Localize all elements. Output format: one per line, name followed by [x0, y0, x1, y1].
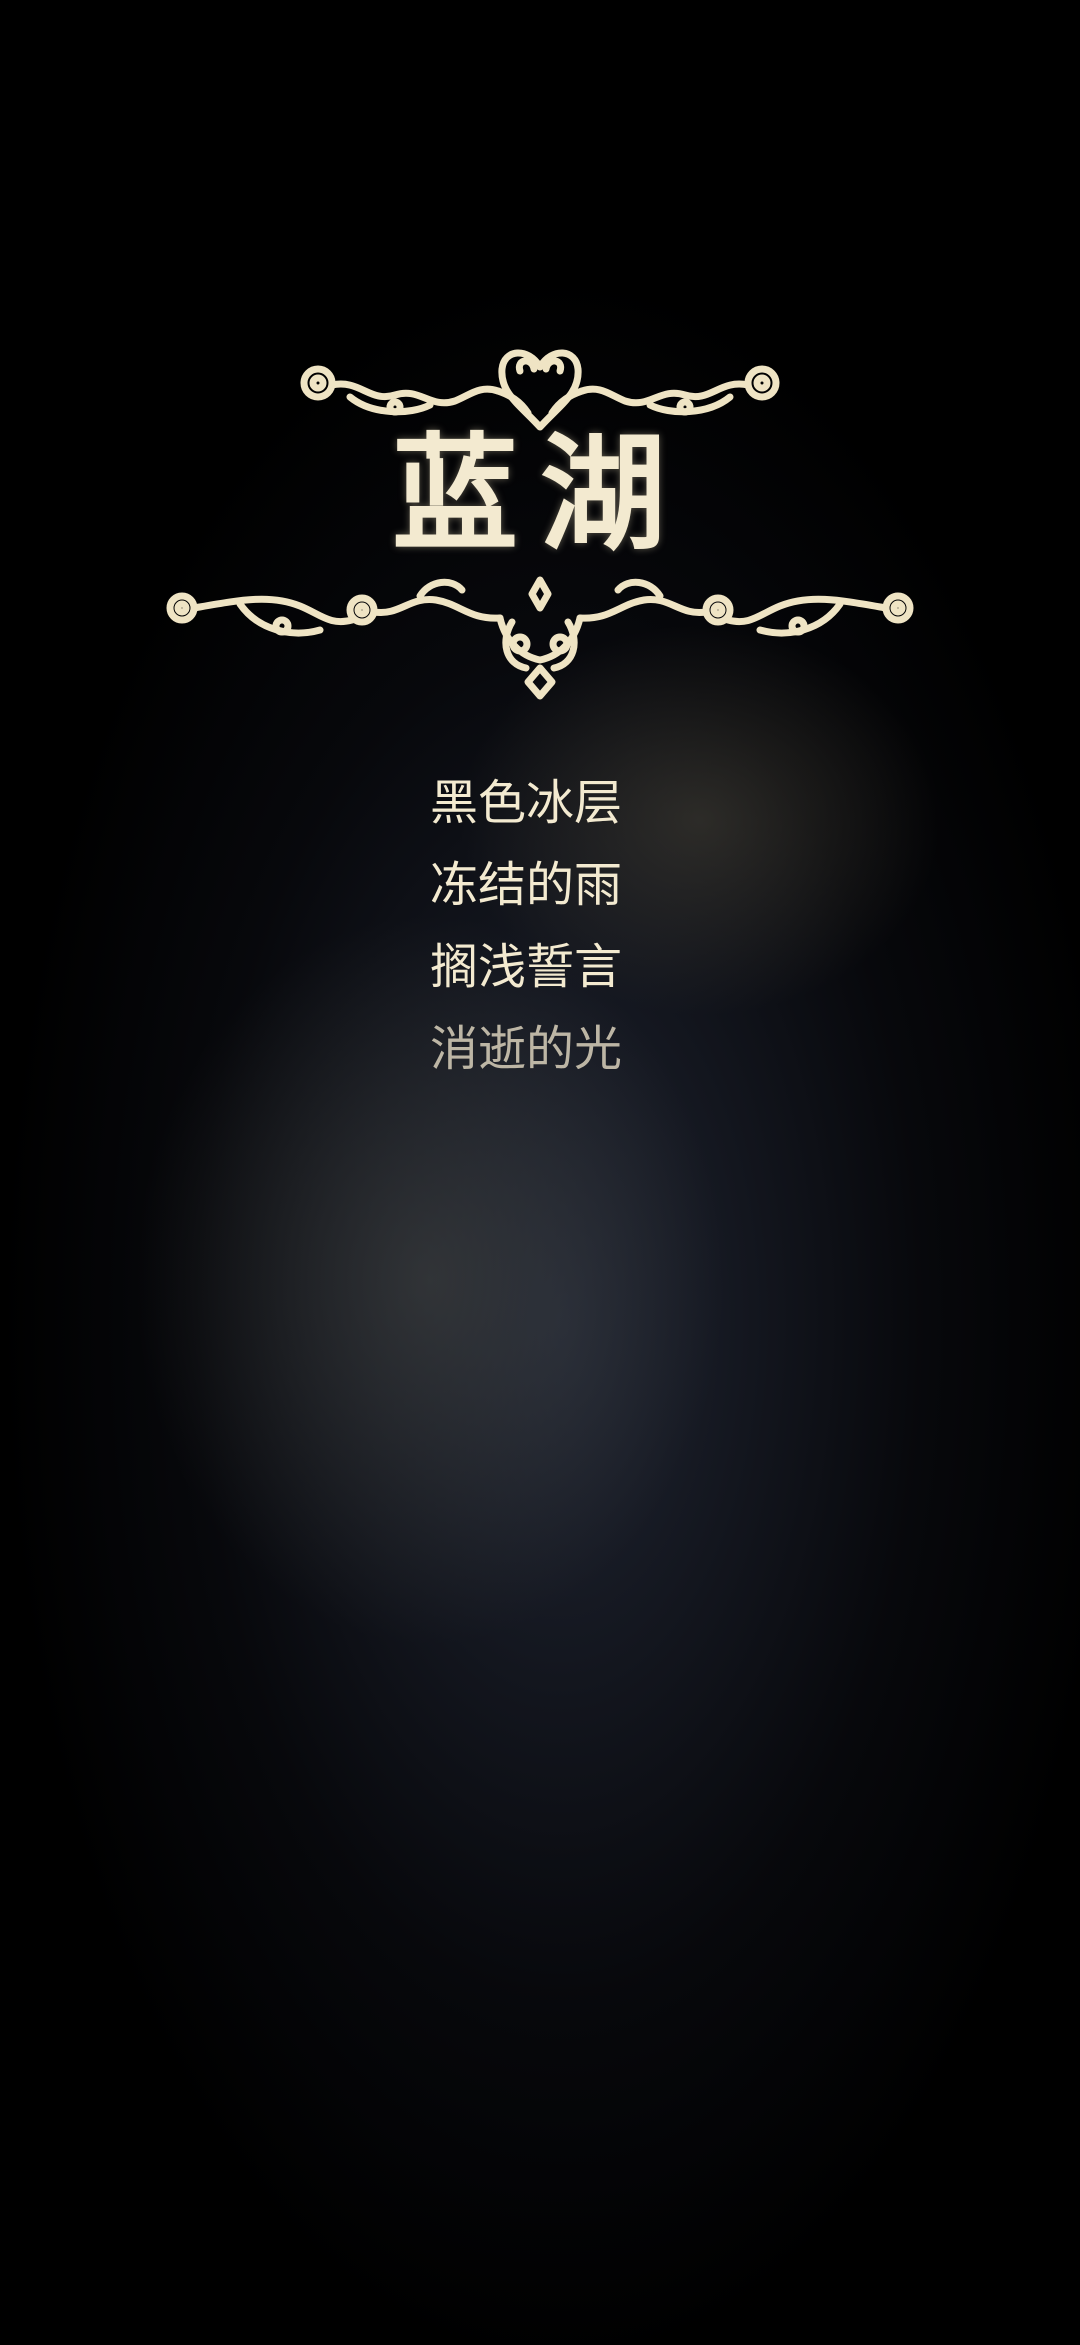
menu-item-fading-light[interactable]: 消逝的光 — [430, 1008, 650, 1090]
main-menu: 黑色冰层 冻结的雨 搁浅誓言 消逝的光 — [0, 762, 1080, 1090]
game-title: 蓝湖 — [392, 421, 688, 568]
menu-item-stranded-vow[interactable]: 搁浅誓言 — [430, 926, 650, 1008]
scroll-flourish-bottom-icon — [166, 576, 914, 700]
title-screen: 蓝湖 黑色冰层 冻结的雨 搁浅誓言 消逝的光 — [0, 0, 1080, 2345]
menu-item-black-ice[interactable]: 黑色冰层 — [430, 762, 650, 844]
menu-item-frozen-rain[interactable]: 冻结的雨 — [430, 844, 650, 926]
